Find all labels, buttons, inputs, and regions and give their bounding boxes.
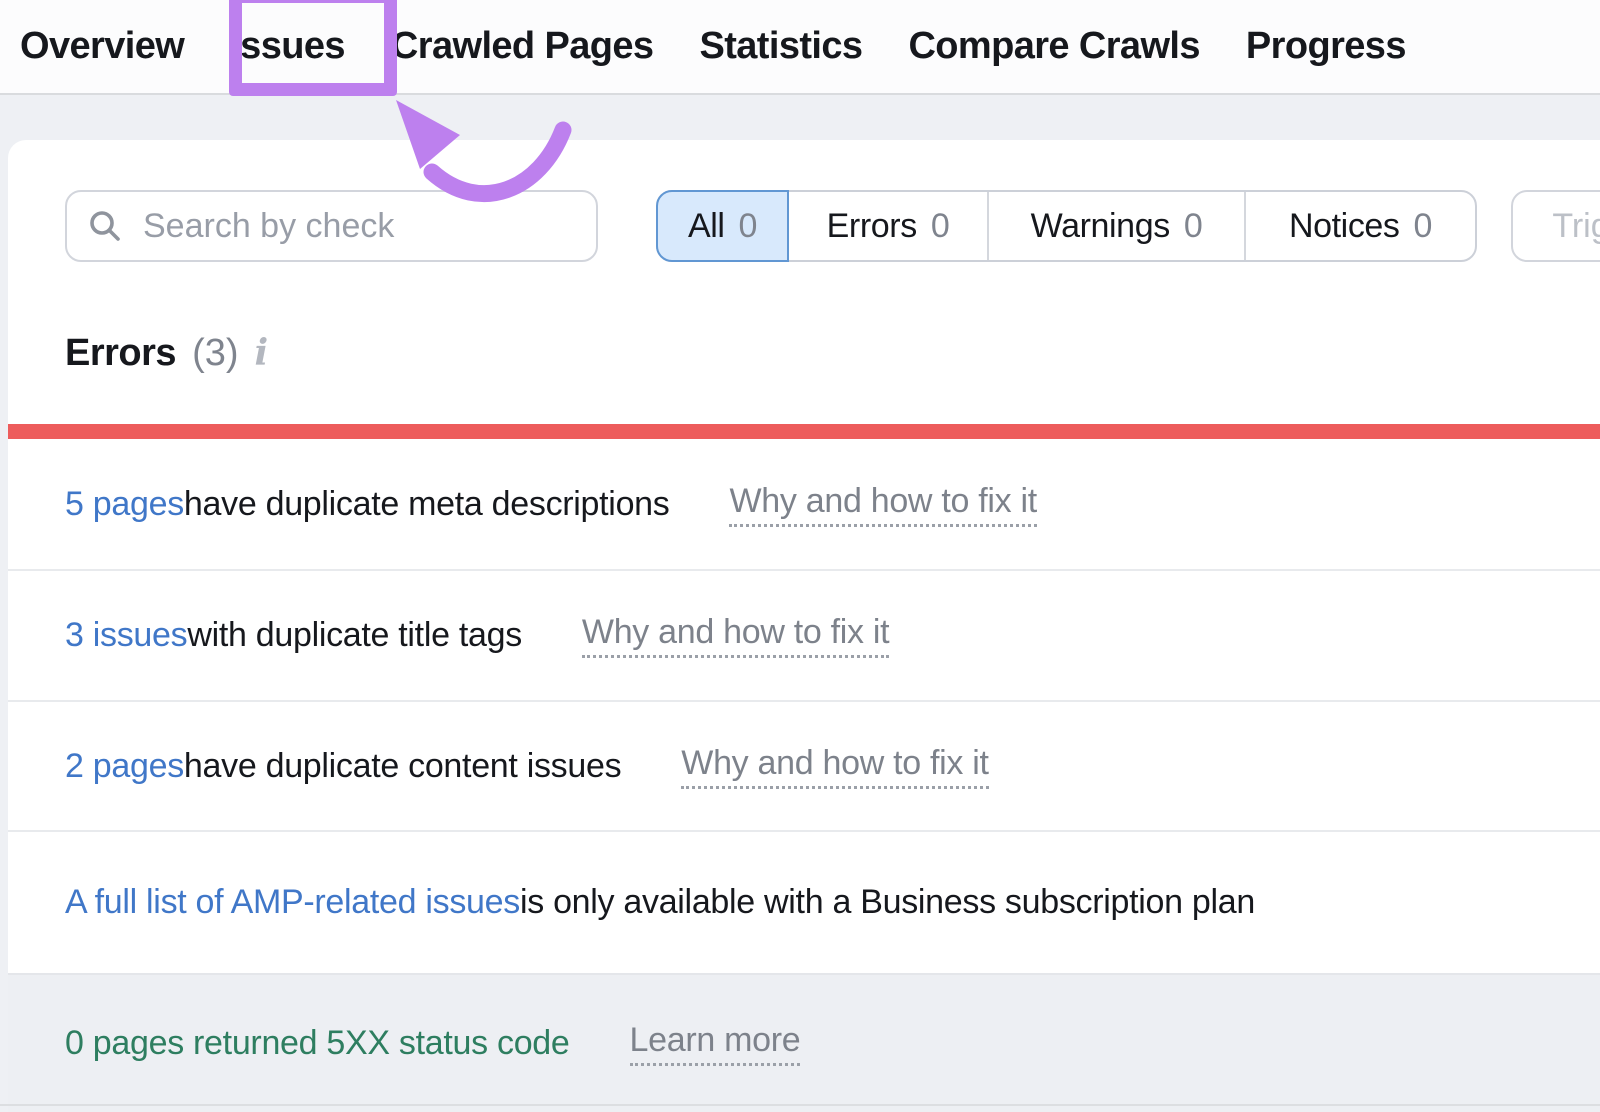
bottom-edge-divider [0, 1104, 1600, 1106]
tab-issues[interactable]: Issues [230, 25, 345, 68]
why-how-fix-link[interactable]: Why and how to fix it [681, 744, 988, 789]
tab-crawled-pages[interactable]: Crawled Pages [391, 25, 654, 68]
filter-notices[interactable]: Notices 0 [1246, 192, 1475, 260]
passed-check-text: 0 pages returned 5XX status code [65, 1024, 570, 1063]
severity-filter-group: All 0 Errors 0 Warnings 0 Notices 0 [656, 190, 1477, 262]
filter-errors-count: 0 [931, 207, 950, 246]
search-icon [87, 208, 123, 244]
filter-warnings[interactable]: Warnings 0 [989, 192, 1246, 260]
passed-check-row: 0 pages returned 5XX status code Learn m… [8, 973, 1600, 1112]
search-box [65, 190, 598, 262]
filter-errors[interactable]: Errors 0 [789, 192, 989, 260]
error-severity-bar [8, 424, 1600, 439]
section-title: Errors [65, 332, 176, 375]
top-nav: Overview Issues Crawled Pages Statistics… [0, 0, 1600, 95]
issue-description: with duplicate title tags [187, 616, 522, 655]
section-count: (3) [192, 332, 238, 375]
search-input[interactable] [141, 206, 588, 247]
filter-notices-label: Notices [1289, 207, 1400, 246]
issue-row-duplicate-titles: 3 issues with duplicate title tags Why a… [8, 569, 1600, 700]
issue-description: is only available with a Business subscr… [520, 883, 1255, 922]
filter-all-label: All [688, 207, 725, 246]
why-how-fix-link[interactable]: Why and how to fix it [582, 613, 889, 658]
filter-all[interactable]: All 0 [656, 190, 789, 262]
issue-description: have duplicate meta descriptions [184, 485, 670, 524]
issue-row-amp-upsell: A full list of AMP-related issues is onl… [8, 830, 1600, 973]
info-icon[interactable]: i [255, 332, 269, 374]
filter-all-count: 0 [739, 207, 758, 246]
issue-pages-link[interactable]: 5 pages [65, 485, 184, 524]
issue-row-duplicate-content: 2 pages have duplicate content issues Wh… [8, 700, 1600, 830]
issue-description: have duplicate content issues [184, 747, 621, 786]
filter-notices-count: 0 [1414, 207, 1433, 246]
filter-errors-label: Errors [827, 207, 917, 246]
learn-more-link[interactable]: Learn more [630, 1021, 801, 1066]
triggered-checks-button[interactable]: Trig [1511, 190, 1600, 262]
errors-section-header: Errors (3) i [65, 332, 268, 375]
why-how-fix-link[interactable]: Why and how to fix it [729, 482, 1036, 527]
tab-overview[interactable]: Overview [20, 25, 184, 68]
issue-pages-link[interactable]: 2 pages [65, 747, 184, 786]
issue-pages-link[interactable]: 3 issues [65, 616, 187, 655]
tab-compare-crawls[interactable]: Compare Crawls [908, 25, 1199, 68]
amp-issues-link[interactable]: A full list of AMP-related issues [65, 883, 520, 922]
tab-progress[interactable]: Progress [1246, 25, 1406, 68]
filter-warnings-count: 0 [1184, 207, 1203, 246]
issue-row-duplicate-meta: 5 pages have duplicate meta descriptions… [8, 439, 1600, 569]
tab-statistics[interactable]: Statistics [699, 25, 862, 68]
filter-warnings-label: Warnings [1031, 207, 1170, 246]
issues-panel: All 0 Errors 0 Warnings 0 Notices 0 Trig… [8, 140, 1600, 1112]
